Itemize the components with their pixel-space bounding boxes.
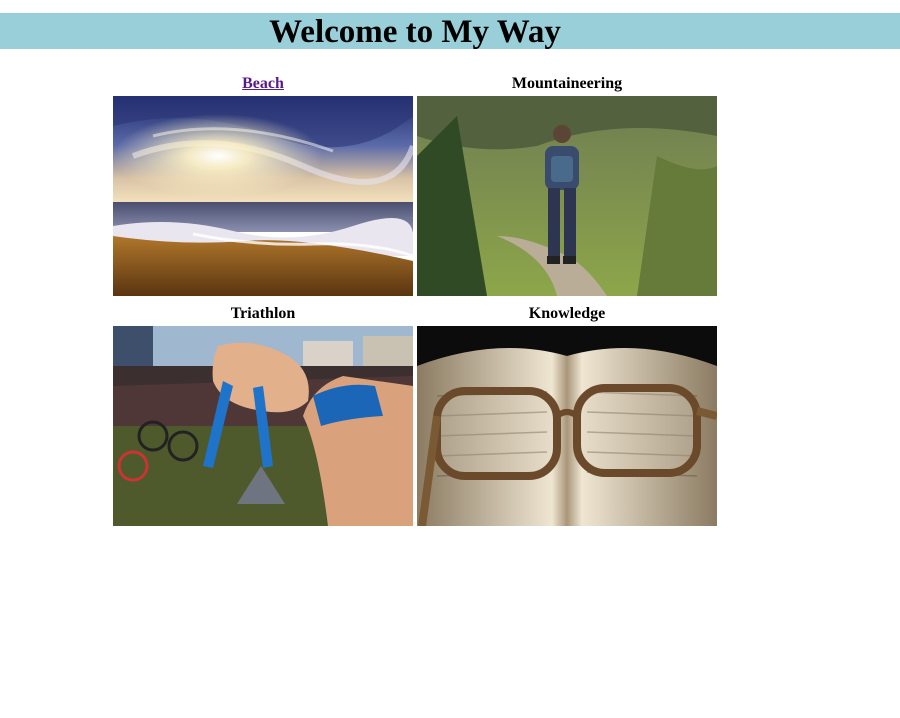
gallery-item-mountaineering: Mountaineering xyxy=(417,72,717,296)
hand-holding-medal-photo xyxy=(113,326,413,526)
glasses-on-book-photo xyxy=(417,326,717,526)
gallery-caption-beach: Beach xyxy=(113,72,413,96)
gallery-item-knowledge: Knowledge xyxy=(417,302,717,526)
gallery-item-beach: Beach xyxy=(113,72,413,296)
header-banner: Welcome to My Way xyxy=(0,13,900,50)
gallery-caption-knowledge: Knowledge xyxy=(528,305,606,322)
gallery-caption-mountaineering: Mountaineering xyxy=(511,75,623,92)
hiker-on-trail-photo xyxy=(417,96,717,296)
gallery-caption-triathlon: Triathlon xyxy=(230,305,296,322)
beach-link[interactable]: Beach xyxy=(242,75,284,92)
gallery-item-triathlon: Triathlon xyxy=(113,302,413,526)
sunset-beach-photo xyxy=(113,96,413,296)
page-title: Welcome to My Way xyxy=(269,14,561,50)
